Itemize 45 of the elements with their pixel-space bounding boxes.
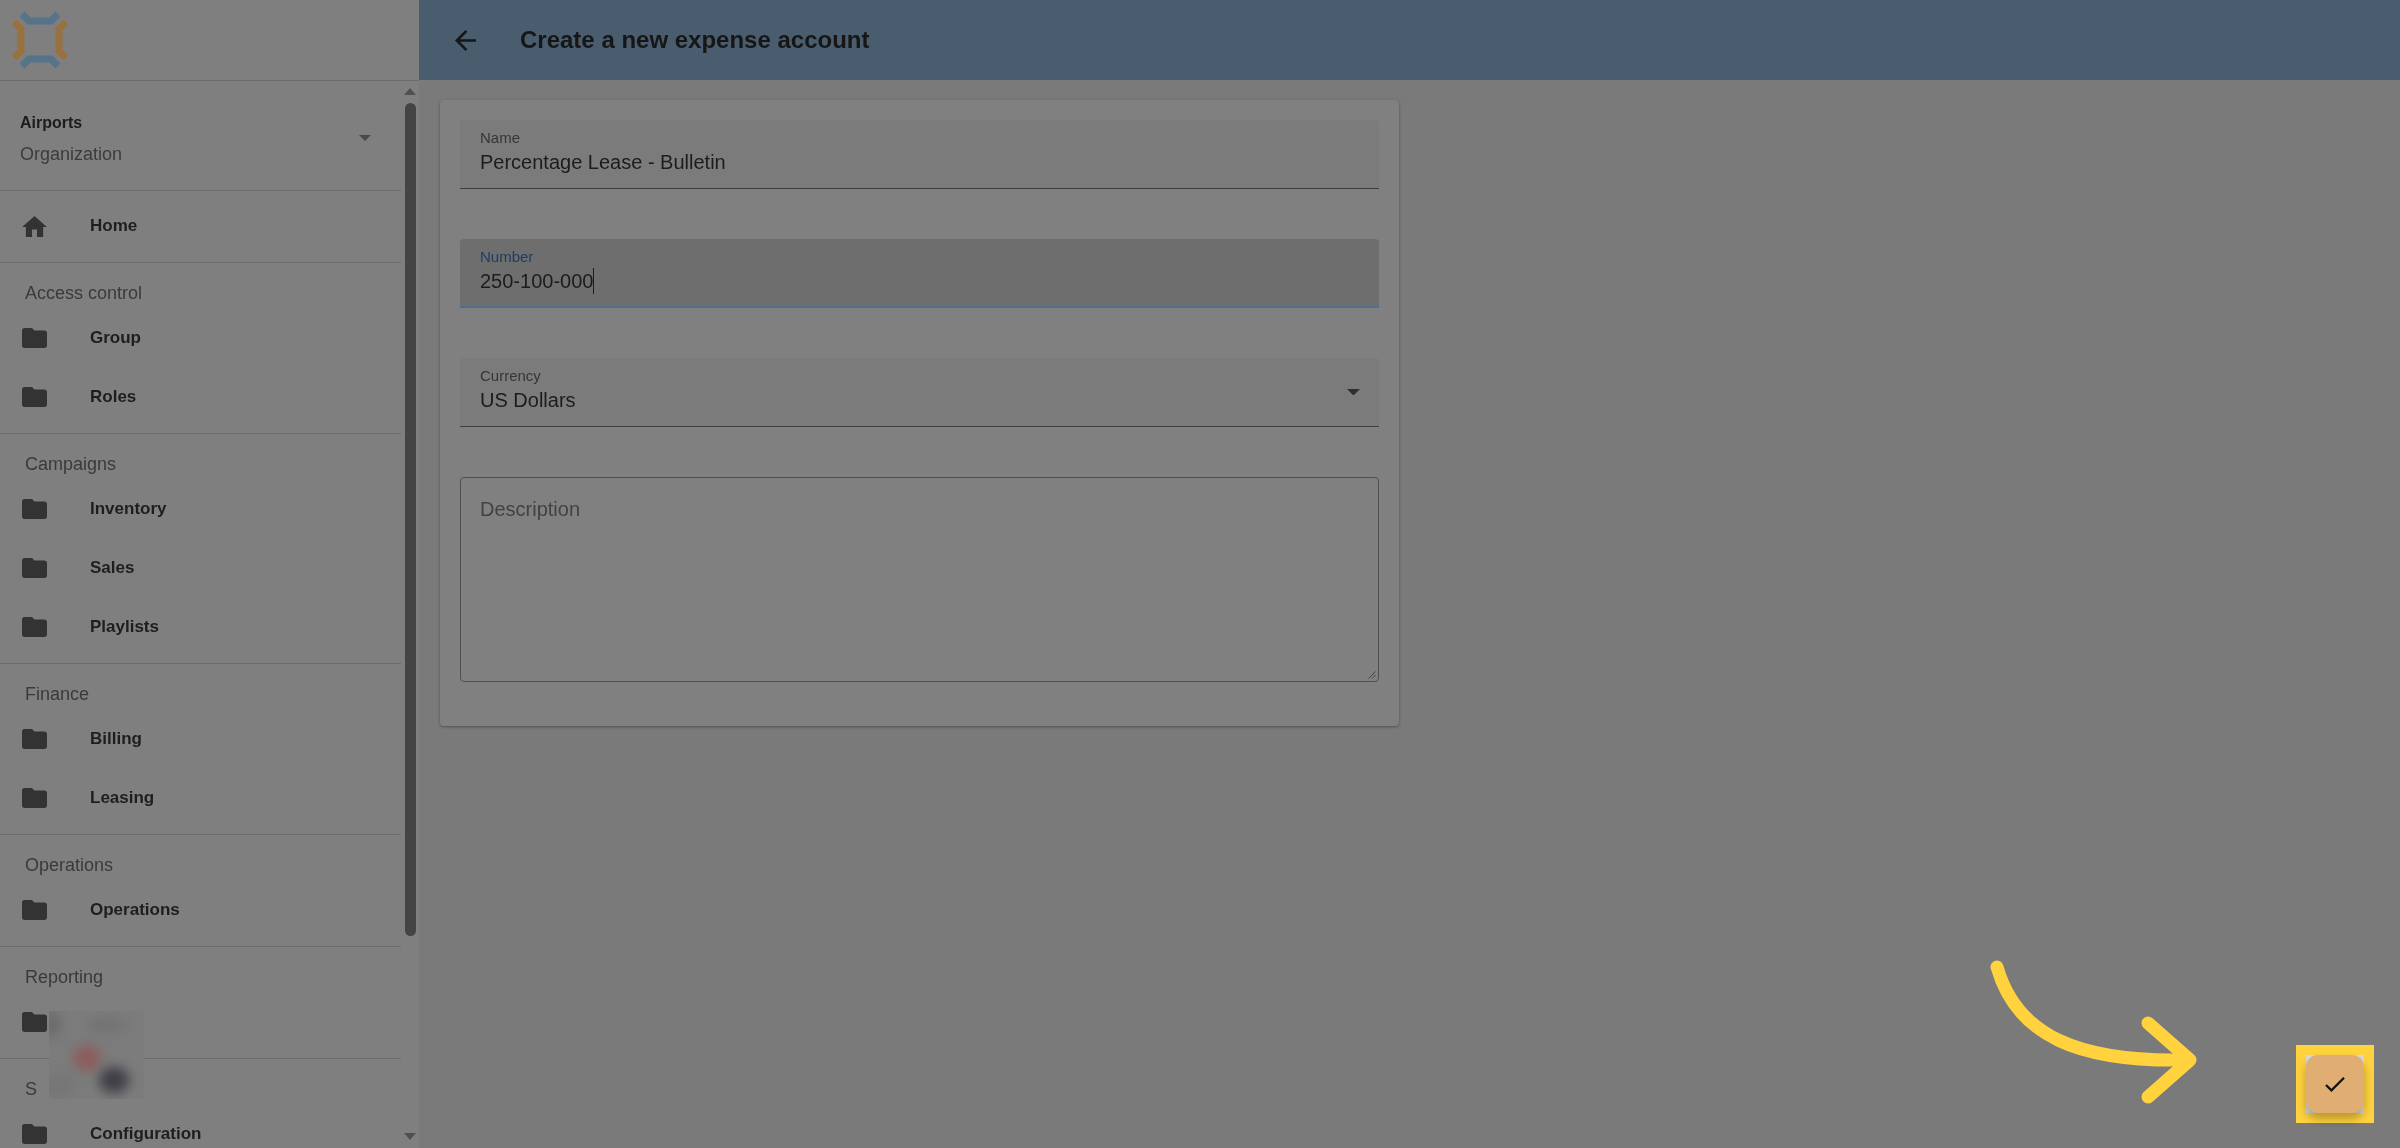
section-heading: Campaigns [25,453,117,476]
nav-item[interactable] [22,1010,47,1034]
nav-item[interactable]: Billing [22,727,142,751]
text-field[interactable]: Number 250-100-000 [460,239,1379,308]
section-heading: S [25,1078,37,1101]
dropdown-caret-icon [1347,388,1360,396]
folder-icon [22,617,47,637]
nav-item[interactable]: Leasing [22,786,155,810]
back-arrow-icon [454,29,476,51]
text-field[interactable]: Name Percentage Lease - Bulletin [460,120,1379,189]
section-heading: Finance [25,683,90,706]
organization-name: Airports [20,112,83,133]
organization-label: Organization [20,142,123,166]
section-heading: Reporting [25,966,104,989]
resize-grip-icon[interactable] [1368,671,1376,679]
folder-icon [22,1012,47,1032]
nav-item[interactable]: Sales [22,556,135,580]
page-title: Create a new expense account [520,25,870,55]
folder-icon [22,1124,47,1144]
select-field[interactable]: Currency US Dollars [460,358,1379,427]
textarea-field[interactable]: Description [460,477,1379,682]
nav-item[interactable]: Operations [22,898,180,922]
folder-icon [22,788,47,808]
section-heading: Access control [25,282,143,305]
folder-icon [22,328,47,348]
folder-icon [22,558,47,578]
nav-item[interactable]: Playlists [22,615,159,639]
dropdown-caret-icon[interactable] [359,135,371,141]
folder-icon [22,387,47,407]
nav-item[interactable]: Home [22,214,138,238]
section-heading: Operations [25,854,114,877]
nav-item[interactable]: Inventory [22,497,167,521]
scroll-down-icon[interactable] [404,1133,416,1140]
nav-item[interactable]: Roles [22,385,137,409]
folder-icon [22,729,47,749]
check-icon [2325,1076,2345,1092]
logo-icon [10,10,70,70]
folder-icon [22,499,47,519]
nav-item[interactable]: Group [22,326,141,350]
nav-item[interactable]: Configuration [22,1122,202,1146]
scrollbar-thumb[interactable] [404,103,416,936]
home-icon [22,215,47,237]
folder-icon [22,900,47,920]
save-button[interactable] [2306,1055,2364,1113]
scroll-up-icon[interactable] [404,88,416,95]
